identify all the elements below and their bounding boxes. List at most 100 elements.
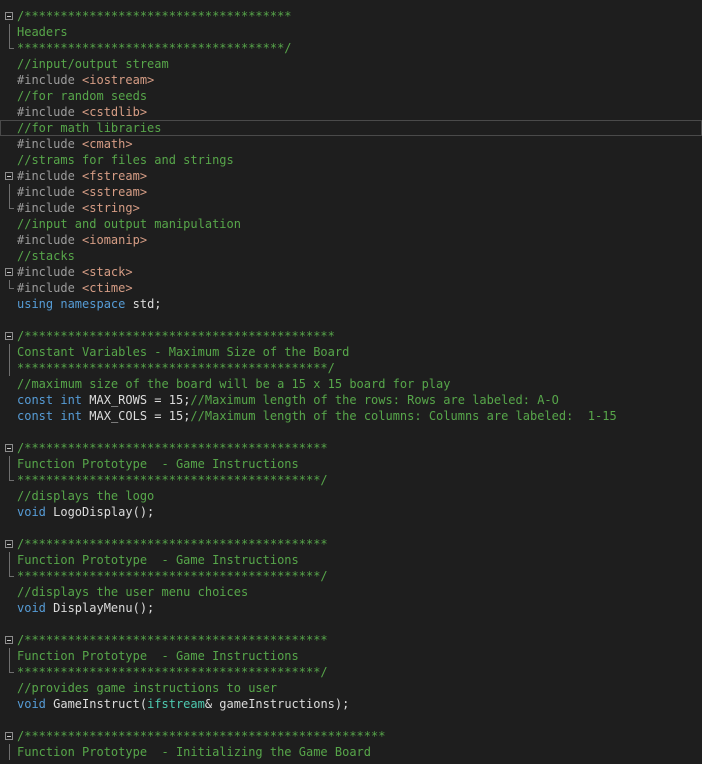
code-line[interactable]: #include <ctime>: [0, 280, 702, 296]
fold-guide-end: [9, 200, 14, 209]
code-token: ifstream: [147, 697, 205, 711]
code-line[interactable]: //maximum size of the board will be a 15…: [0, 376, 702, 392]
code-token: //input/output stream: [17, 57, 169, 71]
code-token: #include: [17, 137, 83, 151]
collapse-region-icon[interactable]: [5, 444, 13, 452]
code-line[interactable]: //for random seeds: [0, 88, 702, 104]
code-line[interactable]: //strams for files and strings: [0, 152, 702, 168]
code-token: <string>: [82, 201, 140, 215]
collapse-region-icon[interactable]: [5, 268, 13, 276]
code-text: //displays the logo: [17, 488, 154, 504]
code-line[interactable]: Headers: [0, 24, 702, 40]
code-line[interactable]: Function Prototype - Game Instructions: [0, 648, 702, 664]
code-line[interactable]: [0, 520, 702, 536]
collapse-region-icon[interactable]: [5, 732, 13, 740]
code-text: /***************************************…: [17, 536, 328, 552]
code-line[interactable]: Function Prototype - Initializing the Ga…: [0, 744, 702, 760]
code-line[interactable]: [0, 424, 702, 440]
code-text: *************************************/: [17, 40, 292, 56]
collapse-region-icon[interactable]: [5, 172, 13, 180]
code-token: Function Prototype - Initializing the Ga…: [17, 745, 372, 759]
code-line[interactable]: /*************************************: [0, 8, 702, 24]
code-line[interactable]: Function Prototype - Game Instructions: [0, 552, 702, 568]
code-text: ****************************************…: [17, 360, 335, 376]
code-line[interactable]: //for math libraries: [0, 120, 702, 136]
code-text: const int MAX_ROWS = 15;//Maximum length…: [17, 392, 559, 408]
code-token: #include: [17, 185, 83, 199]
code-line[interactable]: //stacks: [0, 248, 702, 264]
code-line[interactable]: ****************************************…: [0, 360, 702, 376]
code-line[interactable]: Constant Variables - Maximum Size of the…: [0, 344, 702, 360]
code-text: /***************************************…: [17, 328, 335, 344]
code-token: /***************************************…: [17, 537, 328, 551]
code-text: #include <string>: [17, 200, 140, 216]
code-token: const: [17, 409, 54, 423]
code-line[interactable]: /***************************************…: [0, 328, 702, 344]
code-token: //Maximum length of the rows: Rows are l…: [190, 393, 559, 407]
code-line[interactable]: #include <iomanip>: [0, 232, 702, 248]
code-line[interactable]: //input and output manipulation: [0, 216, 702, 232]
code-line[interactable]: /***************************************…: [0, 728, 702, 744]
code-token: ****************************************…: [17, 569, 328, 583]
collapse-region-icon[interactable]: [5, 636, 13, 644]
code-token: /*************************************: [17, 9, 292, 23]
code-line[interactable]: void DisplayMenu();: [0, 600, 702, 616]
code-line[interactable]: //input/output stream: [0, 56, 702, 72]
code-line[interactable]: #include <fstream>: [0, 168, 702, 184]
code-token: //input and output manipulation: [17, 217, 241, 231]
code-line[interactable]: #include <cstdlib>: [0, 104, 702, 120]
code-editor[interactable]: /************************************* He…: [0, 8, 702, 760]
code-line[interactable]: #include <sstream>: [0, 184, 702, 200]
code-line[interactable]: #include <string>: [0, 200, 702, 216]
code-line[interactable]: //displays the logo: [0, 488, 702, 504]
code-token: /***************************************…: [17, 441, 328, 455]
code-line[interactable]: #include <cmath>: [0, 136, 702, 152]
code-token: //displays the logo: [17, 489, 155, 503]
code-line[interactable]: const int MAX_COLS = 15;//Maximum length…: [0, 408, 702, 424]
code-line[interactable]: #include <stack>: [0, 264, 702, 280]
code-line[interactable]: /***************************************…: [0, 440, 702, 456]
code-token: MAX_ROWS = 15;: [82, 393, 191, 407]
code-line[interactable]: [0, 312, 702, 328]
code-line[interactable]: [0, 712, 702, 728]
code-line[interactable]: void LogoDisplay();: [0, 504, 702, 520]
code-token: //stacks: [17, 249, 75, 263]
code-line[interactable]: #include <iostream>: [0, 72, 702, 88]
code-line[interactable]: *************************************/: [0, 40, 702, 56]
code-text: Headers: [17, 24, 68, 40]
code-text: const int MAX_COLS = 15;//Maximum length…: [17, 408, 617, 424]
code-line[interactable]: //provides game instructions to user: [0, 680, 702, 696]
code-token: //maximum size of the board will be a 15…: [17, 377, 451, 391]
code-token: //provides game instructions to user: [17, 681, 278, 695]
code-line[interactable]: ****************************************…: [0, 472, 702, 488]
code-token: & gameInstructions);: [204, 697, 350, 711]
code-token: const: [17, 393, 54, 407]
fold-guide-end: [9, 472, 14, 481]
collapse-region-icon[interactable]: [5, 332, 13, 340]
code-token: /***************************************…: [17, 633, 328, 647]
code-text: //maximum size of the board will be a 15…: [17, 376, 450, 392]
code-line[interactable]: ****************************************…: [0, 568, 702, 584]
code-line[interactable]: ****************************************…: [0, 664, 702, 680]
code-text: #include <fstream>: [17, 168, 147, 184]
code-token: void: [17, 697, 46, 711]
code-token: void: [17, 505, 46, 519]
collapse-region-icon[interactable]: [5, 540, 13, 548]
code-token: #include: [17, 281, 83, 295]
code-line[interactable]: const int MAX_ROWS = 15;//Maximum length…: [0, 392, 702, 408]
code-line[interactable]: Function Prototype - Game Instructions: [0, 456, 702, 472]
code-line[interactable]: [0, 616, 702, 632]
code-line[interactable]: /***************************************…: [0, 536, 702, 552]
code-token: int: [60, 393, 83, 407]
code-text: Function Prototype - Game Instructions: [17, 552, 299, 568]
code-text: Function Prototype - Game Instructions: [17, 456, 299, 472]
code-line[interactable]: /***************************************…: [0, 632, 702, 648]
code-text: ****************************************…: [17, 664, 328, 680]
code-token: GameInstruct(: [45, 697, 148, 711]
code-token: Function Prototype - Game Instructions: [17, 457, 299, 471]
code-line[interactable]: using namespace std;: [0, 296, 702, 312]
code-text: Function Prototype - Game Instructions: [17, 648, 299, 664]
collapse-region-icon[interactable]: [5, 12, 13, 20]
code-line[interactable]: void GameInstruct(ifstream& gameInstruct…: [0, 696, 702, 712]
code-line[interactable]: //displays the user menu choices: [0, 584, 702, 600]
